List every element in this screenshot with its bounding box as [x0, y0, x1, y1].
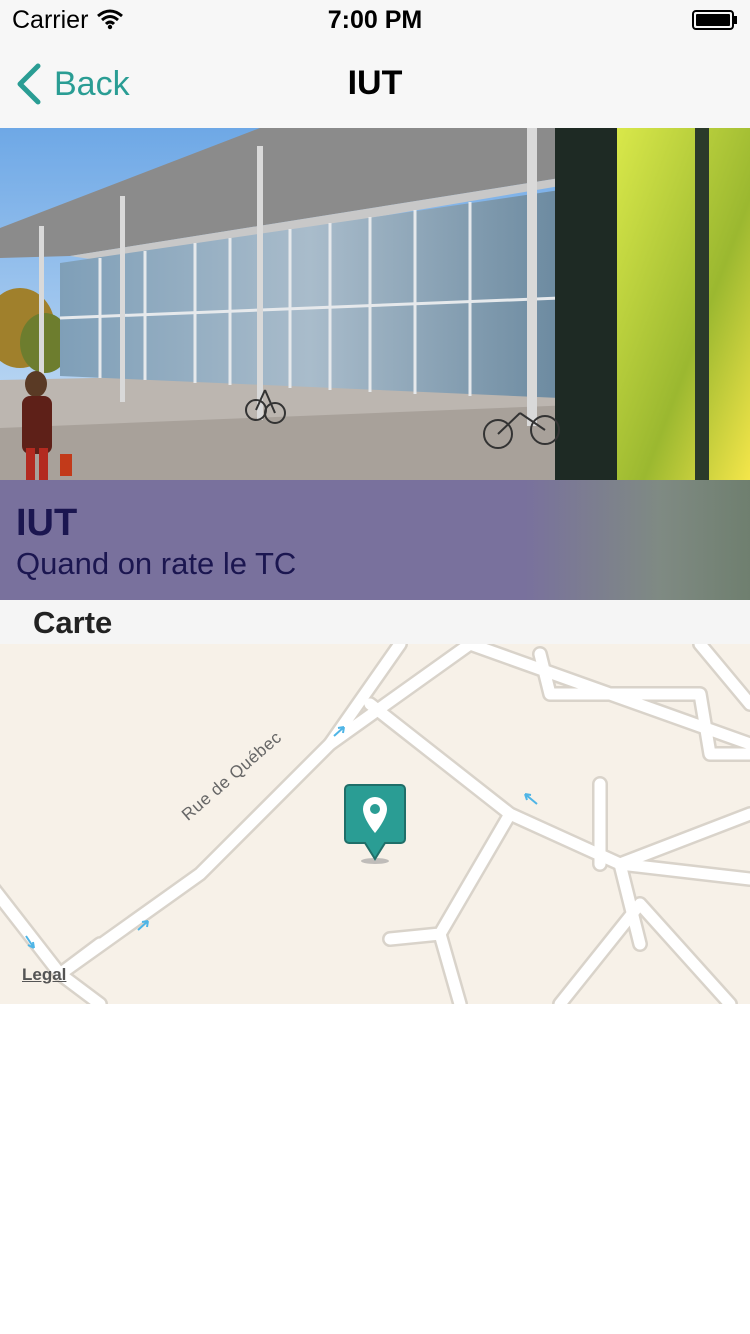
map-section-title: Carte — [33, 605, 113, 640]
map-pin-icon[interactable] — [343, 783, 407, 867]
navigation-bar: Back IUT — [0, 40, 750, 129]
map-section-header: Carte — [0, 600, 750, 644]
battery-icon — [692, 10, 737, 30]
place-title: IUT — [16, 502, 78, 544]
hero-photo — [0, 128, 750, 480]
hero-caption: IUT Quand on rate le TC — [0, 480, 750, 600]
page-title: IUT — [347, 64, 403, 102]
place-subtitle: Quand on rate le TC — [16, 546, 297, 581]
clock: 7:00 PM — [327, 6, 423, 34]
legal-link[interactable]: Legal — [22, 965, 66, 985]
status-bar: Carrier 7:00 PM — [0, 0, 750, 40]
